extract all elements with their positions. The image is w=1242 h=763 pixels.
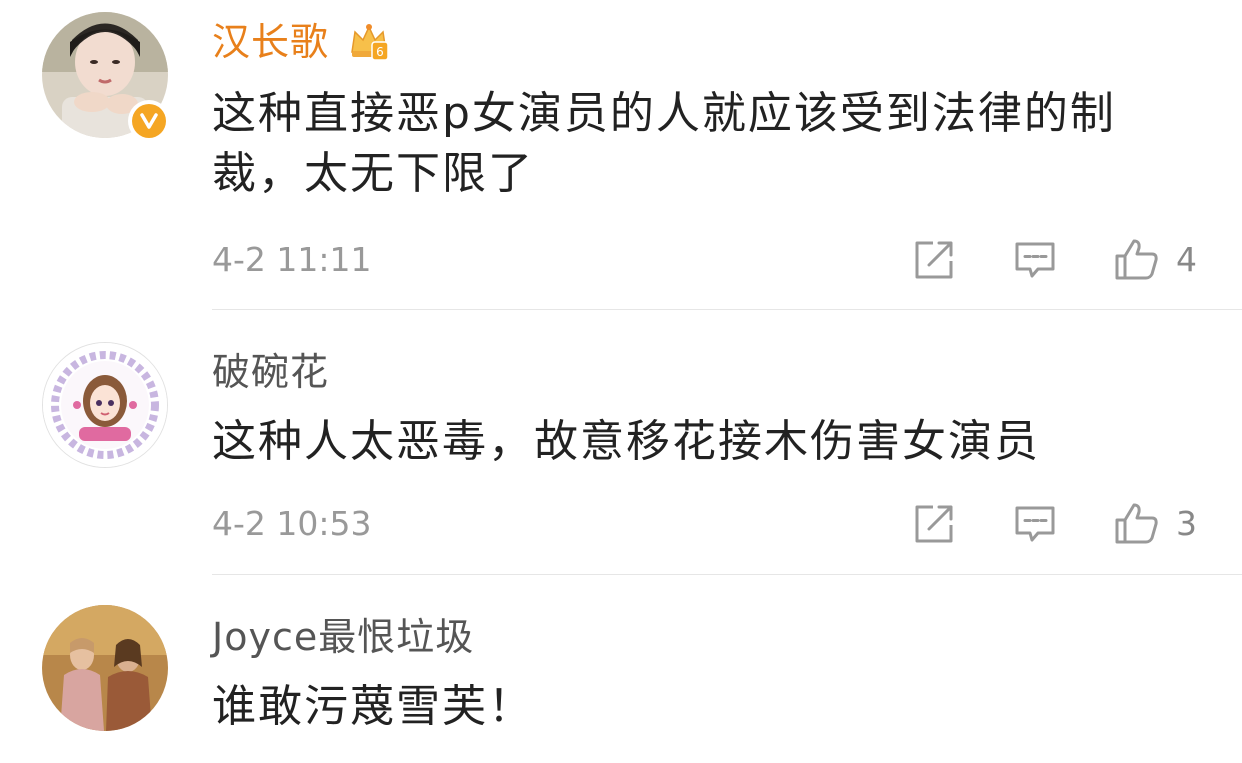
comment-item: 破碗花 这种人太恶毒，故意移花接木伤害女演员 4-2 10:53 3: [0, 310, 1242, 575]
vip-crown-icon: 6: [348, 22, 390, 62]
thumbs-up-icon[interactable]: [1112, 500, 1158, 546]
comment-timestamp: 4-2 10:53: [212, 504, 372, 543]
comment-icon[interactable]: [1012, 501, 1058, 547]
comment-text: 这种直接恶p女演员的人就应该受到法律的制裁，太无下限了: [212, 88, 1116, 199]
like-count: 4: [1176, 240, 1197, 279]
vip-level: 6: [376, 45, 384, 59]
username[interactable]: Joyce最恨垃圾: [212, 615, 474, 659]
avatar[interactable]: [42, 342, 168, 468]
share-icon[interactable]: [911, 237, 957, 283]
avatar-image: [42, 605, 168, 731]
comment-text: 这种人太恶毒，故意移花接木伤害女演员: [212, 416, 1040, 467]
comment-item: Joyce最恨垃圾 谁敢污蔑雪芙！: [0, 575, 1242, 763]
comment-icon[interactable]: [1012, 237, 1058, 283]
avatar[interactable]: [42, 605, 168, 731]
comment-text: 谁敢污蔑雪芙！: [212, 681, 534, 732]
thumbs-up-icon[interactable]: [1112, 236, 1158, 282]
like-count: 3: [1176, 504, 1197, 543]
username[interactable]: 破碗花: [212, 350, 329, 394]
share-icon[interactable]: [911, 501, 957, 547]
username[interactable]: 汉长歌: [212, 20, 329, 64]
verified-badge-icon: [128, 100, 170, 142]
avatar-image: [43, 343, 167, 467]
comment-timestamp: 4-2 11:11: [212, 240, 372, 279]
comment-item: 汉长歌 6 这种直接恶p女演员的人就应该受到法律的制裁，太无下限了 4-2 11…: [0, 0, 1242, 310]
